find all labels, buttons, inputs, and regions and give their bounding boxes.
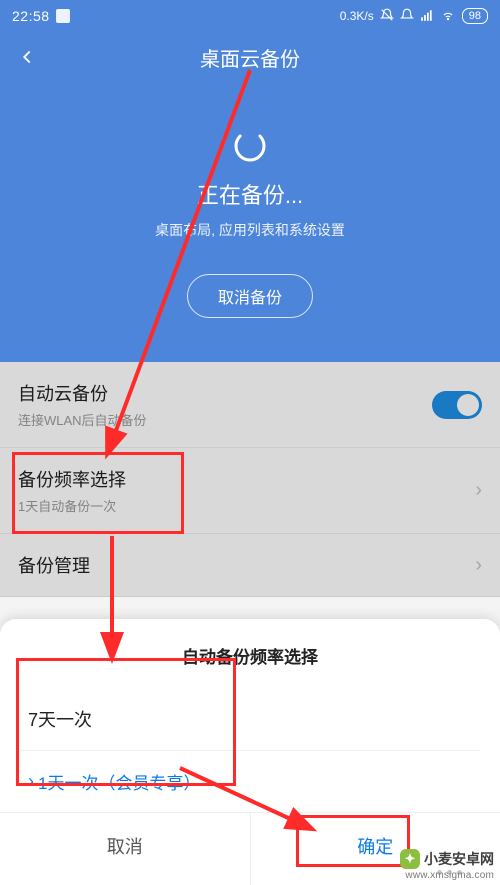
row-backup-manage[interactable]: 备份管理 › <box>0 534 500 597</box>
page-title: 桌面云备份 <box>200 43 300 72</box>
net-rate: 0.3K/s <box>340 9 374 23</box>
header-area: 桌面云备份 正在备份... 桌面布局, 应用列表和系统设置 取消备份 <box>0 32 500 362</box>
status-time: 22:58 <box>12 8 50 24</box>
row-title: 自动云备份 <box>18 380 147 406</box>
bell-icon <box>400 8 414 25</box>
sheet-option-label: 1天一次（会员专享） <box>38 769 200 794</box>
row-auto-backup[interactable]: 自动云备份 连接WLAN后自动备份 <box>0 362 500 448</box>
row-sub: 连接WLAN后自动备份 <box>18 410 147 429</box>
frequency-action-sheet: 自动备份频率选择 7天一次 › 1天一次（会员专享） 取消 确定 <box>0 619 500 885</box>
sheet-option-1day-member[interactable]: › 1天一次（会员专享） <box>0 751 500 812</box>
row-title: 备份管理 <box>18 552 90 578</box>
backup-status-block: 正在备份... 桌面布局, 应用列表和系统设置 取消备份 <box>155 128 345 318</box>
watermark-name: 小麦安卓网 <box>424 849 494 869</box>
chevron-right-icon: › <box>475 479 482 502</box>
auto-backup-toggle[interactable] <box>432 391 482 419</box>
chevron-right-icon: › <box>475 554 482 577</box>
spinner-icon <box>232 128 268 164</box>
battery-icon: 98 <box>462 8 488 24</box>
status-bar: 22:58 0.3K/s 98 <box>0 0 500 32</box>
sheet-title: 自动备份频率选择 <box>0 633 500 688</box>
settings-list: 自动云备份 连接WLAN后自动备份 备份频率选择 1天自动备份一次 › 备份管理… <box>0 362 500 597</box>
back-chevron-icon <box>16 46 38 68</box>
backup-sub-text: 桌面布局, 应用列表和系统设置 <box>155 220 345 240</box>
status-right: 0.3K/s 98 <box>340 8 488 25</box>
row-sub: 1天自动备份一次 <box>18 496 126 515</box>
status-app-icon <box>56 9 70 23</box>
nav-row: 桌面云备份 <box>0 32 500 82</box>
caret-right-icon: › <box>28 771 34 792</box>
sheet-option-7days[interactable]: 7天一次 <box>0 688 500 750</box>
cancel-backup-button[interactable]: 取消备份 <box>187 274 313 318</box>
wifi-icon <box>440 8 456 25</box>
mute-bell-icon <box>380 8 394 25</box>
watermark: ✦ 小麦安卓网 www.xmsigma.com <box>400 849 494 881</box>
row-backup-frequency[interactable]: 备份频率选择 1天自动备份一次 › <box>0 448 500 534</box>
back-button[interactable] <box>16 46 38 68</box>
backup-status-text: 正在备份... <box>197 178 303 210</box>
watermark-logo-icon: ✦ <box>400 849 420 869</box>
status-left: 22:58 <box>12 8 70 24</box>
sheet-cancel-button[interactable]: 取消 <box>0 813 250 885</box>
watermark-url: www.xmsigma.com <box>405 870 494 881</box>
row-title: 备份频率选择 <box>18 466 126 492</box>
signal-icon <box>420 8 434 25</box>
